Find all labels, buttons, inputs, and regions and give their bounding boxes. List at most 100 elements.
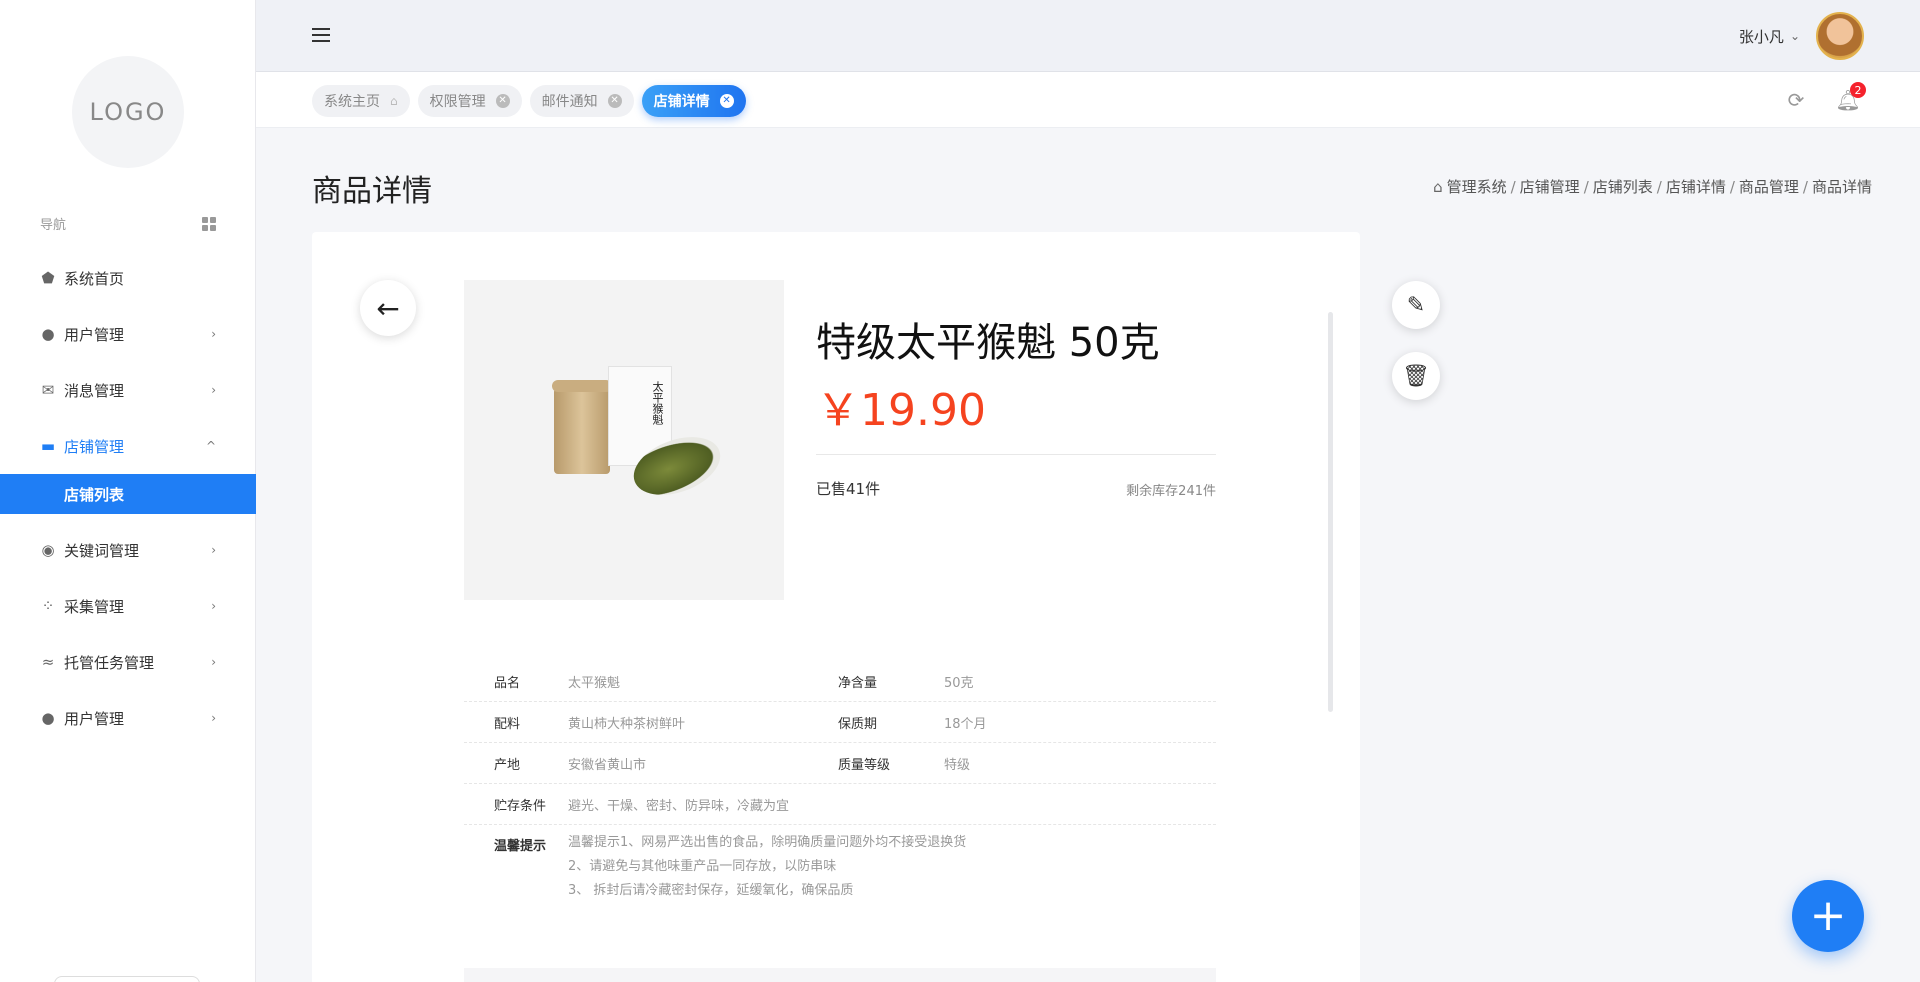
product-card: ← 太平猴魁 特级太平猴魁 50克 ￥19.90 已售41件 剩余库存241件 …: [312, 232, 1360, 982]
spec-key: 产地: [494, 757, 521, 773]
stock-remaining: 剩余库存241件: [1126, 484, 1216, 499]
nav-header: 导航: [40, 214, 216, 233]
user-icon: ●: [41, 325, 55, 343]
users-icon: ●: [41, 709, 55, 727]
top-header: 张小凡 ⌄: [256, 0, 1920, 72]
spec-key: 品名: [494, 675, 521, 691]
home-icon: ⌂: [390, 94, 398, 108]
home-icon: ⬟: [41, 269, 55, 287]
sold-count: 已售41件: [816, 480, 881, 498]
breadcrumb-item[interactable]: 店铺管理: [1520, 176, 1580, 197]
spec-value: 太平猴魁: [568, 675, 621, 691]
close-icon[interactable]: ✕: [495, 94, 510, 108]
refresh-icon[interactable]: ⟳: [1784, 88, 1808, 112]
tab-label: 系统主页: [324, 94, 380, 110]
product-image: 太平猴魁: [464, 280, 784, 600]
table-row: 贮存条件 避光、干燥、密封、防异味，冷藏为宜: [464, 784, 1216, 825]
scrollbar[interactable]: [1328, 312, 1333, 712]
sidebar-item-label: 消息管理: [64, 381, 125, 400]
spec-key: 温馨提示: [494, 839, 547, 854]
sidebar-item-label: 关键词管理: [64, 541, 140, 560]
hand-icon: ≈: [41, 653, 55, 671]
sidebar-item-label: 店铺管理: [64, 437, 125, 456]
toolbar-icons: ⟳ 🔔︎ 2: [1784, 82, 1866, 112]
chevron-right-icon: ›: [211, 543, 216, 557]
tip-line: 温馨提示1、网易严选出售的食品，除明确质量问题外均不接受退换货: [568, 835, 967, 850]
sidebar-item-label: 系统首页: [64, 269, 125, 288]
sidebar-item-messages[interactable]: ✉ 消息管理 ›: [0, 362, 256, 418]
sidebar-item-hosted-tasks[interactable]: ≈ 托管任务管理 ›: [0, 634, 256, 690]
menu-toggle-icon[interactable]: [312, 28, 330, 42]
spec-key: 保质期: [838, 716, 878, 732]
chevron-right-icon: ›: [211, 599, 216, 613]
tabs: 系统主页 ⌂ 权限管理 ✕ 邮件通知 ✕ 店铺详情 ✕: [312, 85, 746, 117]
home-icon: ⌂: [1433, 177, 1443, 196]
tab-shop-detail[interactable]: 店铺详情 ✕: [641, 85, 746, 117]
tab-permissions[interactable]: 权限管理 ✕: [417, 85, 522, 117]
tips-text: 温馨提示1、网易严选出售的食品，除明确质量问题外均不接受退换货 2、请避免与其他…: [568, 831, 1216, 903]
spec-value: 50克: [944, 675, 974, 691]
spec-key: 质量等级: [838, 757, 891, 773]
user-name: 张小凡: [1738, 27, 1784, 46]
sidebar-item-keywords[interactable]: ◉ 关键词管理 ›: [0, 522, 256, 578]
sidebar-subitem-shop-list[interactable]: 店铺列表: [0, 474, 256, 514]
chevron-right-icon: ›: [211, 711, 216, 725]
spec-value: 18个月: [944, 716, 987, 732]
sidebar-bottom-button[interactable]: [54, 976, 200, 982]
add-button[interactable]: +: [1792, 880, 1864, 952]
spec-table: 品名 太平猴魁 净含量 50克 配料 黄山柿大种茶树鲜叶 保质期 18个月 产地…: [464, 661, 1216, 903]
tip-line: 2、请避免与其他味重产品一同存放，以防串味: [568, 859, 837, 874]
chevron-right-icon: ›: [211, 655, 216, 669]
box-text: 太平猴魁: [651, 381, 664, 425]
edit-icon[interactable]: ✎: [1392, 281, 1440, 329]
tab-mail[interactable]: 邮件通知 ✕: [529, 85, 634, 117]
chevron-down-icon: ⌄: [1789, 29, 1800, 43]
breadcrumb-item[interactable]: 店铺详情: [1666, 176, 1726, 197]
spec-key: 贮存条件: [494, 798, 547, 814]
sidebar-item-shops[interactable]: ▬ 店铺管理 ^: [0, 418, 256, 474]
table-row: 品名 太平猴魁 净含量 50克: [464, 661, 1216, 702]
breadcrumb-item[interactable]: 店铺列表: [1593, 176, 1653, 197]
notification-badge: 2: [1850, 82, 1866, 98]
grid-icon[interactable]: [202, 216, 216, 231]
back-arrow-icon[interactable]: ←: [360, 280, 416, 336]
spec-value: 黄山柿大种茶树鲜叶: [568, 716, 686, 732]
sidebar-item-home[interactable]: ⬟ 系统首页: [0, 250, 256, 306]
tab-home[interactable]: 系统主页 ⌂: [312, 85, 410, 117]
tea-can: [552, 380, 612, 474]
breadcrumb-item[interactable]: 管理系统: [1447, 176, 1507, 197]
chevron-up-icon: ^: [205, 439, 216, 453]
trash-icon[interactable]: 🗑︎: [1392, 352, 1440, 400]
chevron-right-icon: ›: [211, 383, 216, 397]
spec-value: 特级: [944, 757, 971, 773]
divider: [816, 454, 1216, 455]
table-row: 温馨提示 温馨提示1、网易严选出售的食品，除明确质量问题外均不接受退换货 2、请…: [464, 825, 1216, 903]
tab-label: 邮件通知: [541, 94, 598, 110]
shop-icon: ▬: [40, 437, 56, 455]
spec-value: 安徽省黄山市: [568, 757, 647, 773]
close-icon[interactable]: ✕: [719, 94, 734, 108]
close-icon[interactable]: ✕: [607, 94, 622, 108]
bottom-strip: [464, 968, 1216, 982]
tab-label: 权限管理: [429, 94, 486, 110]
sidebar-item-collection[interactable]: ⁘ 采集管理 ›: [0, 578, 256, 634]
sidebar-menu: ⬟ 系统首页 ● 用户管理 › ✉ 消息管理 › ▬ 店铺管理 ^ 店铺列表 ◉…: [0, 250, 256, 746]
product-name: 特级太平猴魁 50克: [816, 320, 1160, 366]
bell-icon[interactable]: 🔔︎ 2: [1835, 82, 1866, 112]
spec-value: 避光、干燥、密封、防异味，冷藏为宜: [568, 798, 790, 814]
avatar[interactable]: [1816, 12, 1864, 60]
breadcrumb: ⌂ 管理系统 / 店铺管理 / 店铺列表 / 店铺详情 / 商品管理 / 商品详情: [1433, 176, 1872, 197]
user-menu[interactable]: 张小凡 ⌄: [1739, 12, 1864, 60]
breadcrumb-item[interactable]: 商品管理: [1739, 176, 1799, 197]
target-icon: ◉: [41, 541, 55, 559]
breadcrumb-item: 商品详情: [1811, 178, 1872, 196]
sidebar-item-label: 用户管理: [64, 709, 125, 728]
sidebar-item-label: 托管任务管理: [64, 653, 155, 672]
sidebar-item-users-2[interactable]: ● 用户管理 ›: [0, 690, 256, 746]
chevron-right-icon: ›: [211, 327, 216, 341]
tip-line: 3、 拆封后请冷藏密封保存，延缓氧化，确保品质: [568, 883, 854, 898]
spec-key: 净含量: [838, 675, 878, 691]
spec-key: 配料: [494, 716, 521, 732]
table-row: 产地 安徽省黄山市 质量等级 特级: [464, 743, 1216, 784]
sidebar-item-users[interactable]: ● 用户管理 ›: [0, 306, 256, 362]
